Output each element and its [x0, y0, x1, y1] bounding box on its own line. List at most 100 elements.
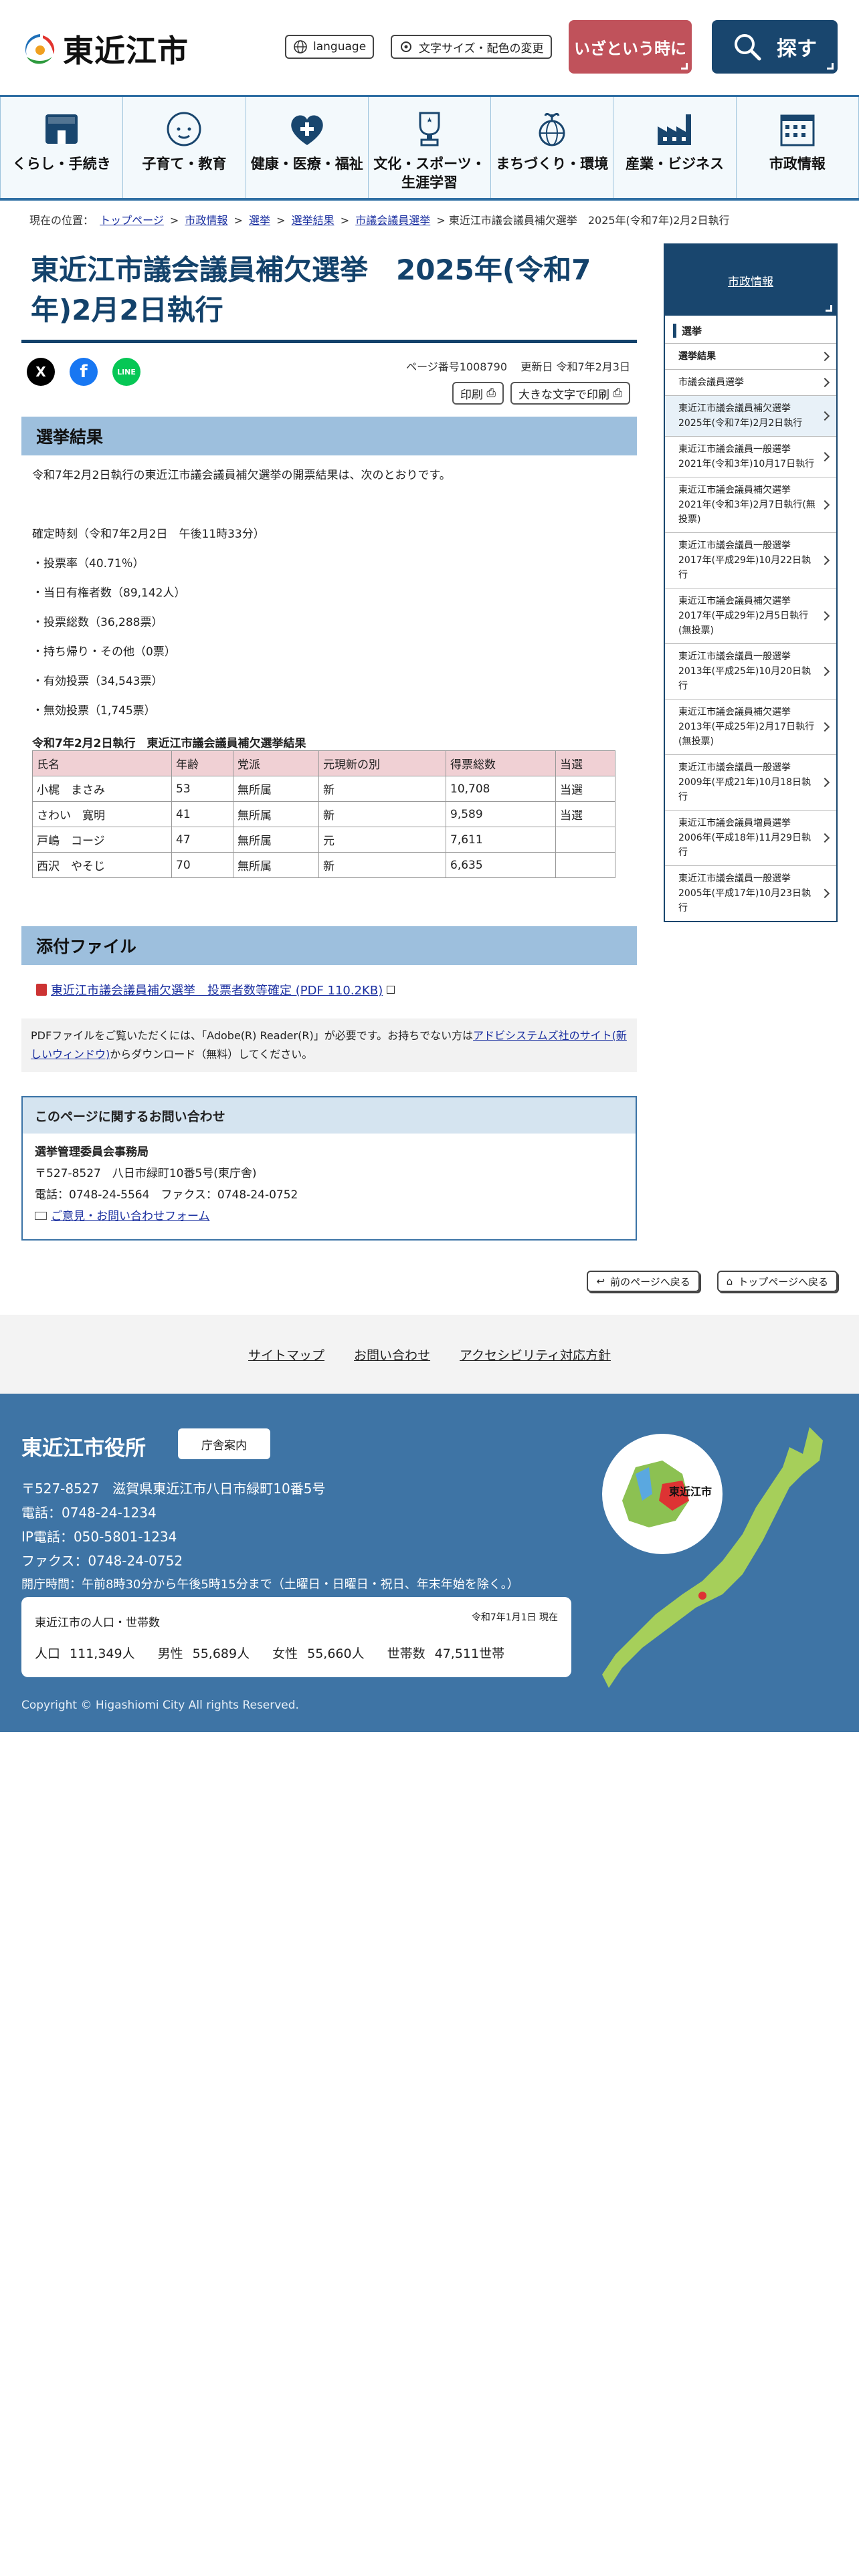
section-heading-results: 選挙結果 — [21, 417, 637, 455]
japan-map-image: 東近江市 — [602, 1427, 823, 1688]
column-header: 元現新の別 — [318, 750, 446, 776]
table-cell: 新 — [318, 801, 446, 827]
corner-mark-icon — [826, 305, 832, 312]
nav-item-culture[interactable]: 文化・スポーツ・生涯学習 — [369, 97, 492, 198]
globe-sprout-icon — [539, 112, 565, 146]
page-number: ページ番号1008790 — [406, 360, 508, 373]
breadcrumb-link-results[interactable]: 選挙結果 — [292, 214, 335, 227]
office-guide-label: 庁舎案内 — [201, 1438, 247, 1453]
footer-address: 〒527-8527 滋賀県東近江市八日市緑町10番5号 — [21, 1481, 326, 1497]
result-line: ・有効投票（34,543票） — [32, 675, 163, 688]
breadcrumb-link-election[interactable]: 選挙 — [249, 214, 270, 227]
copyright: Copyright © Higashiomi City All rights R… — [21, 1699, 299, 1712]
global-nav: くらし・手続き 子育て・教育 健康・医療・福祉 文化・スポーツ・生涯学習 まちづ… — [0, 95, 859, 201]
office-guide-button[interactable]: 庁舎案内 — [178, 1428, 270, 1459]
print-label: 印刷 — [460, 388, 483, 402]
sidebar-item[interactable]: 市議会議員選挙 — [665, 369, 836, 395]
nav-label: まちづくり・環境 — [496, 156, 609, 172]
sidebar-item[interactable]: 東近江市議会議員一般選挙 2013年(平成25年)10月20日執行 — [665, 643, 836, 699]
print-buttons: 印刷 ⎙ 大きな文字で印刷 ⎙ — [452, 382, 630, 405]
language-label: language — [313, 40, 367, 53]
breadcrumb-separator: > — [436, 214, 446, 227]
sidebar-item[interactable]: 東近江市議会議員補欠選挙 2013年(平成25年)2月17日執行(無投票) — [665, 699, 836, 754]
sidebar-header[interactable]: 市政情報 — [665, 245, 836, 316]
logo-text: 東近江市 — [63, 33, 189, 69]
table-cell: 10,708 — [446, 776, 556, 802]
home-icon: ⌂ — [726, 1275, 733, 1287]
breadcrumb-link-top[interactable]: トップページ — [100, 214, 164, 227]
household-value: 47,511世帯 — [434, 1646, 505, 1661]
back-prev-button[interactable]: ↩ 前のページへ戻る — [587, 1271, 700, 1292]
nav-item-city[interactable]: 市政情報 — [737, 97, 859, 198]
share-buttons: X f LINE — [27, 358, 140, 386]
table-cell: 元 — [318, 827, 446, 853]
breadcrumb: 現在の位置： トップページ > 市政情報 > 選挙 > 選挙結果 > 市議会議員… — [29, 211, 730, 227]
sidebar-item[interactable]: 東近江市議会議員一般選挙 2021年(令和3年)10月17日執行 — [665, 436, 836, 477]
sidebar-item[interactable]: 東近江市議会議員補欠選挙 2021年(令和3年)2月7日執行(無投票) — [665, 477, 836, 532]
footer-link-contact[interactable]: お問い合わせ — [354, 1346, 430, 1364]
language-button[interactable]: language — [285, 35, 375, 59]
table-cell: 西沢 やそじ — [32, 852, 172, 878]
table-cell: 7,611 — [446, 827, 556, 853]
table-cell: 無所属 — [233, 801, 319, 827]
breadcrumb-link-council[interactable]: 市議会議員選挙 — [355, 214, 430, 227]
new-window-icon — [387, 986, 395, 994]
table-cell: 当選 — [555, 776, 615, 802]
contact-heading: このページに関するお問い合わせ — [23, 1097, 636, 1134]
facebook-share-icon[interactable]: f — [70, 358, 98, 386]
breadcrumb-link-city[interactable]: 市政情報 — [185, 214, 227, 227]
breadcrumb-separator: > — [276, 214, 286, 227]
attachment-link[interactable]: 東近江市議会議員補欠選挙 投票者数等確定 (PDF 110.2KB) — [51, 981, 383, 998]
site-logo[interactable]: 東近江市 — [20, 27, 189, 71]
baby-icon — [167, 112, 201, 146]
search-icon — [735, 34, 761, 61]
contact-address: 〒527-8527 八日市緑町10番5号(東庁舎) — [35, 1167, 257, 1180]
footer-ip-tel: IP電話：050-5801-1234 — [21, 1529, 177, 1545]
page-meta: X f LINE ページ番号1008790 更新日 令和7年2月3日 印刷 ⎙ … — [21, 343, 637, 417]
sidebar-item[interactable]: 東近江市議会議員一般選挙 2005年(平成17年)10月23日執行 — [665, 865, 836, 921]
font-color-button[interactable]: 文字サイズ・配色の変更 — [391, 35, 552, 59]
footer-links: サイトマップ お問い合わせ アクセシビリティ対応方針 — [0, 1315, 859, 1394]
sidebar-item[interactable]: 東近江市議会議員一般選挙 2017年(平成29年)10月22日執行 — [665, 532, 836, 588]
table-cell: 小梶 まさみ — [32, 776, 172, 802]
nav-item-industry[interactable]: 産業・ビジネス — [613, 97, 737, 198]
printer-icon: ⎙ — [486, 387, 496, 400]
search-button[interactable]: 探す — [712, 20, 838, 74]
footer-link-accessibility[interactable]: アクセシビリティ対応方針 — [460, 1346, 611, 1364]
factory-icon — [657, 114, 691, 145]
contact-form-link[interactable]: ご意見・お問い合わせフォーム — [51, 1210, 210, 1223]
logo-mark-icon — [25, 34, 55, 64]
sidebar-item[interactable]: 選挙結果 — [665, 343, 836, 369]
table-cell: 無所属 — [233, 776, 319, 802]
table-caption: 令和7年2月2日執行 東近江市議会議員補欠選挙結果 — [32, 737, 306, 750]
sidebar-title: 市政情報 — [728, 275, 773, 289]
emergency-button[interactable]: いざという時に — [569, 20, 692, 74]
x-share-icon[interactable]: X — [27, 358, 55, 386]
sidebar-item[interactable]: 東近江市議会議員増員選挙 2006年(平成18年)11月29日執行 — [665, 810, 836, 865]
sidebar-item-current[interactable]: 東近江市議会議員補欠選挙 2025年(令和7年)2月2日執行 — [665, 395, 836, 436]
line-share-icon[interactable]: LINE — [112, 358, 140, 386]
print-button[interactable]: 印刷 ⎙ — [452, 382, 504, 405]
table-header-row: 氏名 年齢 党派 元現新の別 得票総数 当選 — [32, 750, 615, 776]
nav-item-health[interactable]: 健康・医療・福祉 — [246, 97, 369, 198]
back-top-button[interactable]: ⌂ トップページへ戻る — [717, 1271, 838, 1292]
section-heading-attachments: 添付ファイル — [21, 926, 637, 965]
nav-item-living[interactable]: くらし・手続き — [0, 97, 124, 198]
sidebar-item[interactable]: 東近江市議会議員一般選挙 2009年(平成21年)10月18日執行 — [665, 754, 836, 810]
mail-icon — [35, 1212, 47, 1220]
contact-box: このページに関するお問い合わせ 選挙管理委員会事務局 〒527-8527 八日市… — [21, 1096, 637, 1241]
footer-link-sitemap[interactable]: サイトマップ — [248, 1346, 324, 1364]
nav-item-town[interactable]: まちづくり・環境 — [491, 97, 614, 198]
contact-form-row: ご意見・お問い合わせフォーム — [35, 1206, 624, 1227]
breadcrumb-separator: > — [233, 214, 243, 227]
return-icon: ↩ — [596, 1275, 605, 1287]
table-cell: 新 — [318, 852, 446, 878]
nav-item-childcare[interactable]: 子育て・教育 — [123, 97, 246, 198]
pdf-icon — [36, 984, 47, 996]
sidebar-item[interactable]: 東近江市議会議員補欠選挙 2017年(平成29年)2月5日執行(無投票) — [665, 588, 836, 643]
table-cell: さわい 寛明 — [32, 801, 172, 827]
table-row: 戸嶋 コージ 47 無所属元 7,611 — [32, 827, 615, 853]
updated-date: 更新日 令和7年2月3日 — [520, 360, 630, 373]
print-large-button[interactable]: 大きな文字で印刷 ⎙ — [510, 382, 630, 405]
table-cell: 6,635 — [446, 852, 556, 878]
